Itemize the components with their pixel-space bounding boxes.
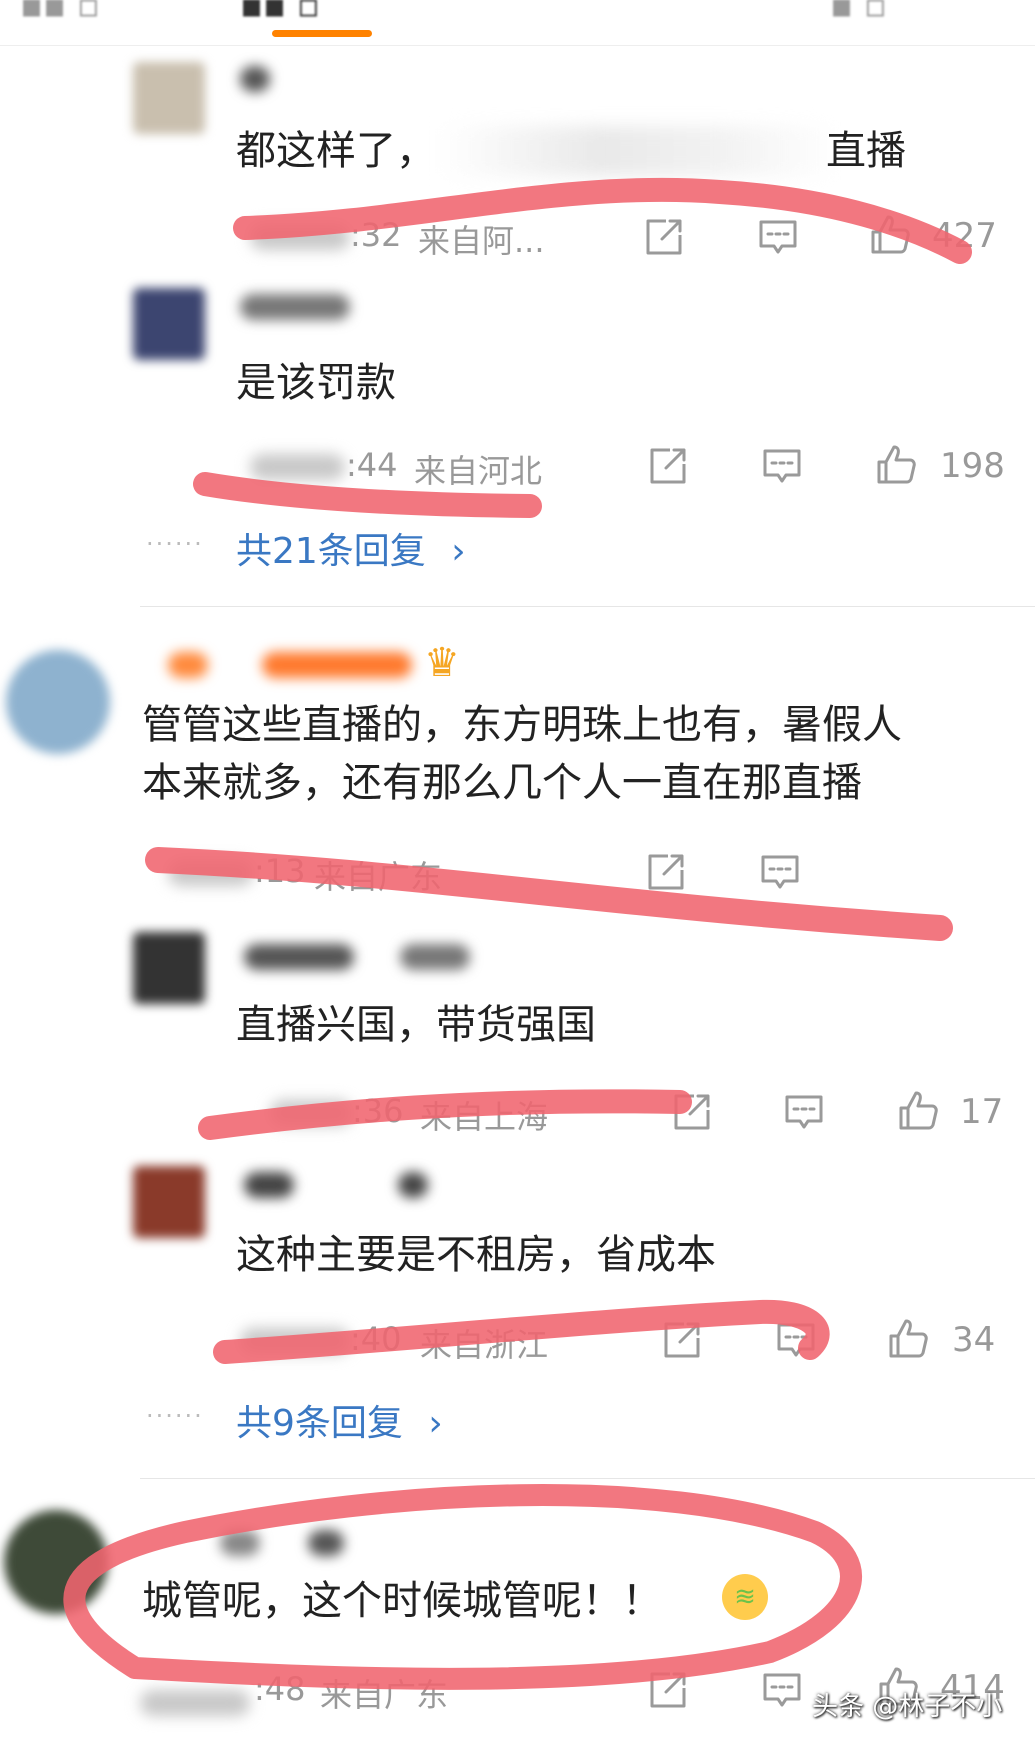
comment-text: 都这样了， [236, 128, 436, 174]
username-blurred[interactable] [168, 652, 208, 678]
comment-text-tail: 直播 [826, 128, 906, 174]
active-tab-indicator [272, 30, 372, 37]
username-blurred[interactable] [262, 652, 412, 678]
comment-time: :44 [346, 446, 398, 484]
like-count: 427 [932, 216, 997, 256]
avatar[interactable] [133, 932, 205, 1004]
thumbs-up-icon[interactable] [896, 1088, 940, 1132]
comment-icon[interactable] [758, 850, 802, 894]
comment-icon[interactable] [774, 1318, 818, 1362]
view-replies-link[interactable]: 共21条回复 › [236, 522, 466, 574]
comment-text: 这种主要是不租房，省成本 [236, 1232, 716, 1278]
divider [140, 1478, 1035, 1479]
share-icon[interactable] [646, 444, 690, 488]
comment-location: 来自广东 [320, 1676, 449, 1714]
date-blurred [168, 860, 253, 886]
username-blurred[interactable] [308, 1530, 344, 1556]
tab-comments[interactable]: ▪▪ ▫ [240, 0, 320, 26]
vomit-emoji-icon: ≋ [722, 1574, 768, 1620]
comment-time: :13 [254, 852, 306, 890]
comment-icon[interactable] [760, 1668, 804, 1712]
chevron-right-icon: › [451, 531, 466, 572]
crown-badge-icon: ♛ [424, 640, 460, 686]
avatar[interactable] [4, 1510, 108, 1614]
date-blurred [250, 454, 345, 480]
comment-time: :40 [350, 1320, 402, 1358]
date-blurred [140, 1690, 250, 1716]
comment-text-line2: 本来就多，还有那么几个人一直在那直播 [142, 760, 862, 806]
comment-text-line1: 管管这些直播的，东方明珠上也有，暑假人 [142, 702, 902, 748]
watermark: 头条 @林子不小 [812, 1692, 1003, 1722]
comment-time: :36 [352, 1092, 404, 1130]
chevron-right-icon: › [428, 1403, 443, 1444]
comment-location: 来自广东 [314, 858, 443, 896]
replies-dots: ······ [146, 1402, 204, 1430]
comment-text: 城管呢，这个时候城管呢！！ [142, 1578, 662, 1624]
comment-location: 来自阿... [418, 222, 545, 260]
avatar[interactable] [133, 1166, 205, 1238]
comment-icon[interactable] [782, 1090, 826, 1134]
replies-dots: ······ [146, 530, 204, 558]
tab-left[interactable]: ▪▪ ▫ [20, 0, 100, 26]
date-blurred [250, 224, 350, 250]
like-count: 198 [940, 446, 1005, 486]
share-icon[interactable] [646, 1668, 690, 1712]
username-blurred[interactable] [244, 944, 354, 970]
like-count: 34 [952, 1320, 996, 1360]
username-blurred[interactable] [220, 1530, 260, 1556]
tab-bar: ▪▪ ▫ ▪▪ ▫ ▪ ▫ [0, 0, 1035, 46]
thumbs-up-icon[interactable] [886, 1316, 930, 1360]
comment-icon[interactable] [756, 215, 800, 259]
date-blurred [270, 1100, 352, 1126]
share-icon[interactable] [670, 1090, 714, 1134]
avatar[interactable] [133, 288, 205, 360]
redacted-text [440, 126, 840, 176]
replies-label: 共9条回复 [236, 1403, 403, 1444]
share-icon[interactable] [642, 215, 686, 259]
comment-location: 来自上海 [420, 1098, 549, 1136]
date-blurred [240, 1328, 350, 1354]
like-count: 17 [960, 1092, 1004, 1132]
replies-label: 共21条回复 [236, 531, 426, 572]
thumbs-up-icon[interactable] [874, 442, 918, 486]
view-replies-link[interactable]: 共9条回复 › [236, 1394, 443, 1446]
tab-right[interactable]: ▪ ▫ [830, 0, 887, 26]
username-blurred[interactable] [240, 294, 350, 320]
share-icon[interactable] [644, 850, 688, 894]
username-blurred[interactable] [240, 66, 270, 92]
username-blurred[interactable] [398, 1172, 428, 1198]
comment-text: 是该罚款 [236, 360, 396, 406]
comment-icon[interactable] [760, 444, 804, 488]
username-blurred[interactable] [400, 944, 470, 970]
comment-location: 来自河北 [414, 452, 543, 490]
username-blurred[interactable] [244, 1172, 294, 1198]
comment-location: 来自浙江 [420, 1326, 549, 1364]
divider [140, 606, 1035, 607]
comment-text: 直播兴国，带货强国 [236, 1002, 596, 1048]
avatar[interactable] [133, 62, 205, 134]
comment-time: :48 [254, 1670, 306, 1708]
thumbs-up-icon[interactable] [868, 212, 912, 256]
comment-time: :32 [350, 216, 402, 254]
avatar[interactable] [6, 650, 110, 754]
share-icon[interactable] [660, 1318, 704, 1362]
